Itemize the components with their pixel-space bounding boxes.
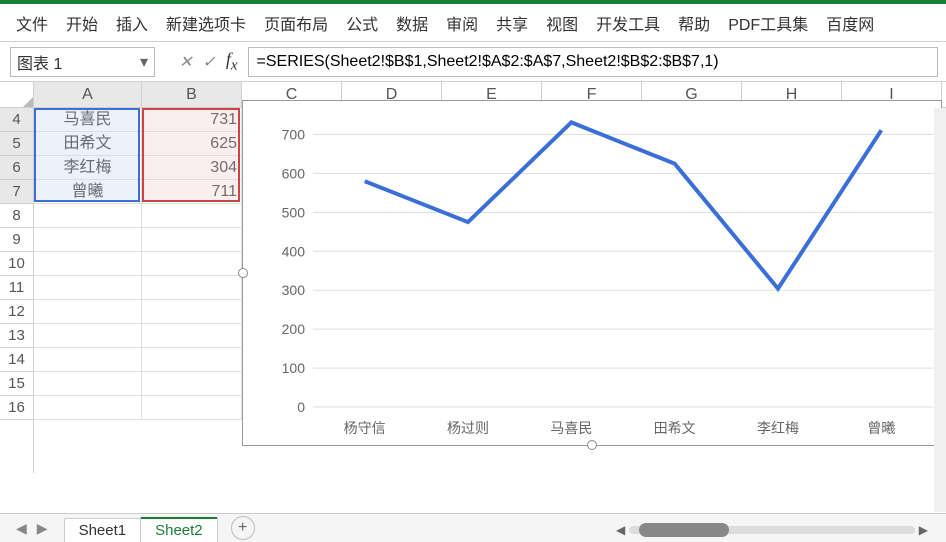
chart-resize-handle[interactable]: [587, 440, 597, 450]
select-all-corner[interactable]: [0, 82, 33, 108]
sheet-nav-next-icon[interactable]: ▶: [37, 520, 48, 537]
ribbon-tab[interactable]: 文件: [14, 7, 50, 39]
cell[interactable]: [142, 396, 242, 420]
ribbon-tab[interactable]: 视图: [544, 7, 580, 39]
name-box[interactable]: 图表 1 ▾: [10, 47, 155, 77]
cell[interactable]: 李红梅: [34, 156, 142, 180]
cell[interactable]: [34, 228, 142, 252]
cell[interactable]: [142, 228, 242, 252]
status-bar: ◀ ▶ Sheet1Sheet2 + ◀ ▶: [0, 513, 946, 542]
cell[interactable]: [34, 324, 142, 348]
row-header[interactable]: 4: [0, 108, 33, 132]
row-header[interactable]: 7: [0, 180, 33, 204]
ribbon-tab[interactable]: 新建选项卡: [164, 7, 248, 39]
chevron-down-icon[interactable]: ▾: [140, 52, 148, 72]
cell[interactable]: [142, 276, 242, 300]
cell[interactable]: [34, 300, 142, 324]
x-tick-label: 马喜民: [550, 420, 592, 436]
row-header[interactable]: 12: [0, 300, 33, 324]
chart-resize-handle[interactable]: [238, 268, 248, 278]
formula-bar: 图表 1 ▾ ✕ ✓ fx: [0, 42, 946, 82]
ribbon-tab[interactable]: PDF工具集: [726, 7, 810, 39]
row-header[interactable]: 6: [0, 156, 33, 180]
y-tick-label: 400: [282, 243, 306, 259]
y-tick-label: 500: [282, 204, 306, 220]
ribbon-tab[interactable]: 开发工具: [594, 7, 662, 39]
horizontal-scrollbar[interactable]: ◀ ▶: [612, 522, 932, 538]
add-sheet-button[interactable]: +: [231, 516, 255, 540]
row-header[interactable]: 16: [0, 396, 33, 420]
cell[interactable]: [142, 252, 242, 276]
cell[interactable]: 711: [142, 180, 242, 204]
chart-line-series[interactable]: [365, 122, 882, 288]
cell[interactable]: [34, 276, 142, 300]
ribbon-tab[interactable]: 插入: [114, 7, 150, 39]
cell[interactable]: [34, 396, 142, 420]
vertical-scrollbar[interactable]: [934, 108, 946, 512]
ribbon-tab[interactable]: 百度网: [824, 7, 876, 39]
scroll-left-icon[interactable]: ◀: [612, 523, 629, 537]
y-tick-label: 700: [282, 126, 306, 142]
ribbon-tab[interactable]: 数据: [394, 7, 430, 39]
cell[interactable]: [142, 300, 242, 324]
cell[interactable]: [34, 348, 142, 372]
y-tick-label: 100: [282, 360, 306, 376]
x-tick-label: 曾曦: [867, 420, 895, 436]
x-tick-label: 田希文: [654, 420, 696, 436]
x-tick-label: 杨守信: [344, 420, 386, 436]
cancel-formula-icon[interactable]: ✕: [179, 52, 192, 72]
row-header[interactable]: 14: [0, 348, 33, 372]
ribbon-tab[interactable]: 帮助: [676, 7, 712, 39]
cell[interactable]: 田希文: [34, 132, 142, 156]
sheet-tab[interactable]: Sheet1: [64, 518, 142, 542]
cell[interactable]: [142, 348, 242, 372]
row-header[interactable]: 15: [0, 372, 33, 396]
x-tick-label: 李红梅: [757, 420, 799, 436]
x-tick-label: 杨过则: [447, 420, 489, 436]
ribbon-tab[interactable]: 公式: [344, 7, 380, 39]
cell[interactable]: 马喜民: [34, 108, 142, 132]
fx-icon[interactable]: fx: [226, 49, 238, 75]
embedded-chart[interactable]: 0 100 200 300 400 500 600 700 杨守信 杨过则 马喜民 田希文 李红梅 曾曦: [242, 100, 942, 446]
row-header[interactable]: 13: [0, 324, 33, 348]
sheet-tab[interactable]: Sheet2: [140, 517, 218, 542]
formula-input[interactable]: [248, 47, 939, 77]
ribbon-tab[interactable]: 开始: [64, 7, 100, 39]
ribbon-tabs: 文件开始插入新建选项卡页面布局公式数据审阅共享视图开发工具帮助 PDF工具集百度网: [0, 4, 946, 42]
cell[interactable]: [34, 204, 142, 228]
ribbon-tab[interactable]: 共享: [494, 7, 530, 39]
column-header[interactable]: B: [142, 82, 242, 107]
row-header[interactable]: 5: [0, 132, 33, 156]
row-header[interactable]: 11: [0, 276, 33, 300]
cell[interactable]: 304: [142, 156, 242, 180]
cell[interactable]: 731: [142, 108, 242, 132]
y-tick-label: 300: [282, 282, 306, 298]
cell[interactable]: [142, 324, 242, 348]
column-header[interactable]: A: [34, 82, 142, 107]
cell[interactable]: 625: [142, 132, 242, 156]
cell[interactable]: [34, 372, 142, 396]
ribbon-tab[interactable]: 页面布局: [262, 7, 330, 39]
cell[interactable]: 曾曦: [34, 180, 142, 204]
cell[interactable]: [34, 252, 142, 276]
row-header[interactable]: 10: [0, 252, 33, 276]
ribbon-tab[interactable]: 审阅: [444, 7, 480, 39]
cell[interactable]: [142, 204, 242, 228]
y-tick-label: 200: [282, 321, 306, 337]
scroll-right-icon[interactable]: ▶: [915, 523, 932, 537]
row-header[interactable]: 9: [0, 228, 33, 252]
name-box-value: 图表 1: [17, 50, 62, 74]
sheet-nav-prev-icon[interactable]: ◀: [16, 520, 27, 537]
confirm-formula-icon[interactable]: ✓: [202, 52, 215, 72]
y-tick-label: 600: [282, 165, 306, 181]
row-header[interactable]: 8: [0, 204, 33, 228]
y-tick-label: 0: [297, 399, 305, 415]
cell[interactable]: [142, 372, 242, 396]
